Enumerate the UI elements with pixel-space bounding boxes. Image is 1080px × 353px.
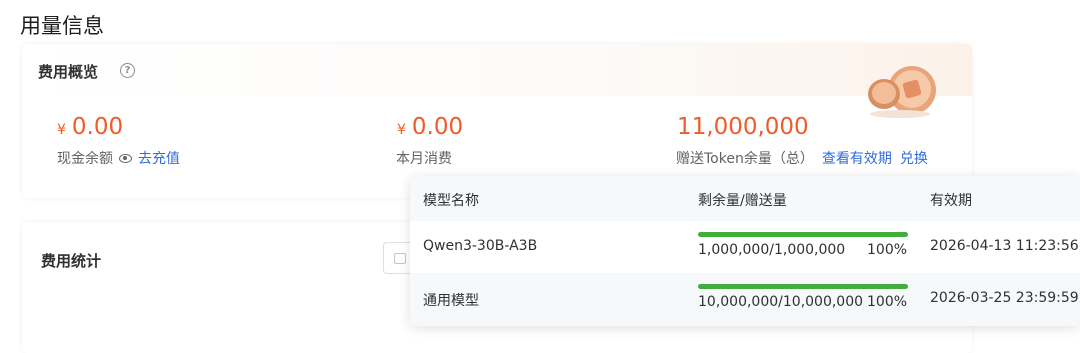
cost-stats-title: 费用统计 <box>41 252 102 270</box>
currency-symbol: ¥ <box>57 122 66 138</box>
row-expiry: 2026-03-25 23:59:59 <box>930 290 1079 306</box>
gift-token-amount: 11,000,000 <box>677 114 809 140</box>
cash-balance-row: 现金余额 去充值 <box>57 148 180 168</box>
cash-balance-label: 现金余额 <box>57 151 113 167</box>
row-percent: 100% <box>867 242 908 258</box>
cash-balance-value: 0.00 <box>71 114 124 140</box>
monthly-spend-value: 0.00 <box>411 114 464 140</box>
redeem-link[interactable]: 兑换 <box>900 148 928 168</box>
cash-balance-amount: ¥0.00 <box>57 114 123 140</box>
gift-token-row: 赠送Token余量（总） 查看有效期 兑换 <box>676 148 928 168</box>
progress-fill <box>698 232 908 237</box>
progress-track <box>698 284 908 289</box>
currency-symbol: ¥ <box>397 122 406 138</box>
row-model-name: Qwen3-30B-A3B <box>423 238 538 254</box>
eye-icon[interactable] <box>119 153 132 163</box>
header-model-name: 模型名称 <box>423 193 479 209</box>
progress-track <box>698 232 908 237</box>
row-model-name: 通用模型 <box>423 293 479 309</box>
page-title: 用量信息 <box>20 14 104 38</box>
gift-token-label: 赠送Token余量（总） <box>676 151 814 167</box>
cost-overview-title: 费用概览 <box>38 63 99 81</box>
header-expiry: 有效期 <box>930 193 972 209</box>
calendar-icon <box>394 253 406 264</box>
view-validity-link[interactable]: 查看有效期 <box>822 148 892 168</box>
header-remaining: 剩余量/赠送量 <box>698 193 787 209</box>
coin-icon <box>868 66 936 118</box>
row-remaining: 10,000,000/10,000,000 <box>698 294 864 310</box>
help-icon[interactable]: ? <box>120 63 135 78</box>
monthly-spend-amount: ¥0.00 <box>397 114 463 140</box>
cost-overview-card <box>22 44 972 198</box>
progress-fill <box>698 284 908 289</box>
row-expiry: 2026-04-13 11:23:56 <box>930 238 1079 254</box>
row-remaining: 1,000,000/1,000,000 <box>698 242 846 258</box>
row-percent: 100% <box>867 294 908 310</box>
monthly-spend-label: 本月消费 <box>396 151 452 167</box>
recharge-link[interactable]: 去充值 <box>138 148 180 168</box>
validity-popover: 模型名称 剩余量/赠送量 有效期 Qwen3-30B-A3B 1,000,000… <box>410 176 1080 326</box>
